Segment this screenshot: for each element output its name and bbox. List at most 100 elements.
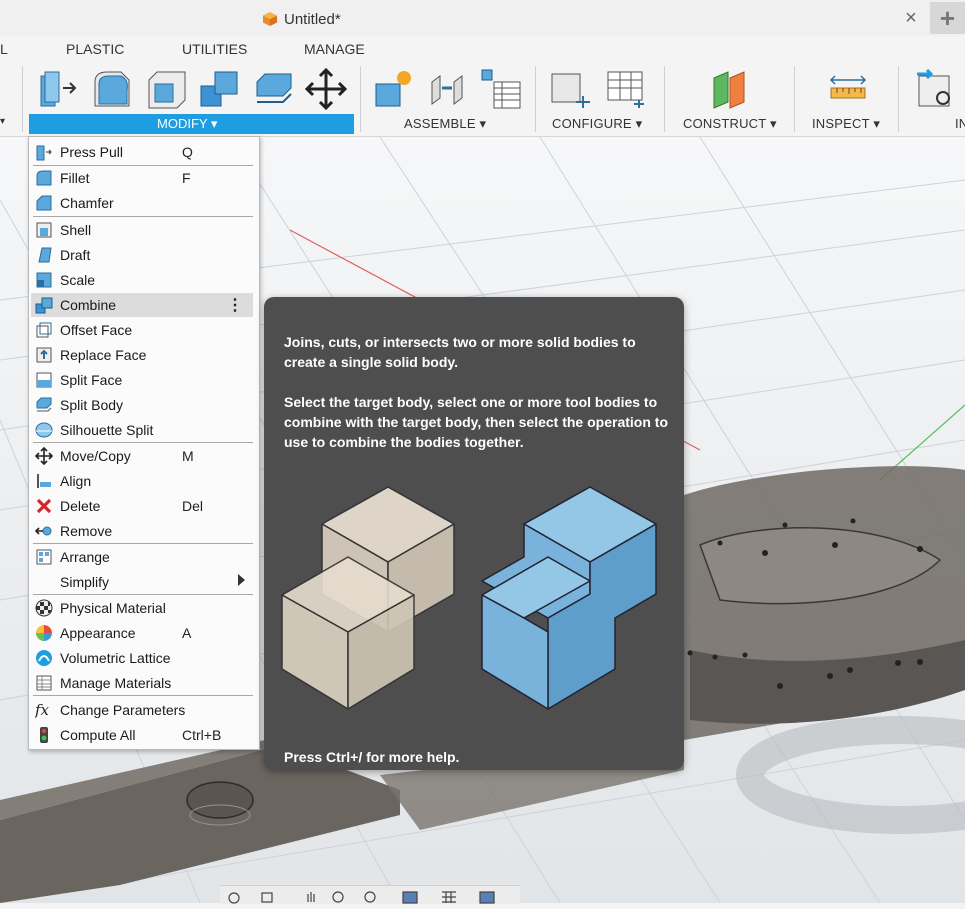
move-copy-icon bbox=[35, 447, 53, 465]
combine-tooltip: Joins, cuts, or intersects two or more s… bbox=[264, 297, 684, 770]
menu-item-silhouette-split[interactable]: Silhouette Split bbox=[31, 418, 253, 442]
toolbar-ribbon: L PLASTIC UTILITIES MANAGE ▾ MODIFY ▾ AS… bbox=[0, 36, 965, 137]
document-tab[interactable]: Untitled* bbox=[262, 6, 341, 32]
measure-icon[interactable] bbox=[827, 68, 869, 110]
menu-item-volumetric-lattice[interactable]: Volumetric Lattice bbox=[31, 646, 253, 670]
menu-item-simplify[interactable]: Simplify bbox=[31, 570, 253, 594]
title-bar: Untitled* × + bbox=[0, 0, 965, 36]
combine-illustration bbox=[281, 486, 657, 710]
modify-group-label: MODIFY ▾ bbox=[157, 116, 218, 131]
fillet-icon bbox=[36, 170, 52, 186]
move-tool-icon[interactable] bbox=[305, 68, 347, 110]
zoom-icon[interactable] bbox=[332, 891, 344, 903]
insert-group-label[interactable]: IN bbox=[955, 116, 965, 131]
offset-face-tool-icon[interactable] bbox=[253, 68, 295, 110]
delete-icon bbox=[36, 498, 52, 514]
pan-icon[interactable] bbox=[307, 892, 315, 902]
tooltip-help-hint: Press Ctrl+/ for more help. bbox=[284, 749, 460, 765]
menu-item-delete[interactable]: Delete Del bbox=[31, 494, 253, 518]
display-settings-icon[interactable] bbox=[402, 891, 418, 904]
menu-item-move-copy[interactable]: Move/Copy M bbox=[31, 444, 253, 468]
menu-item-split-face[interactable]: Split Face bbox=[31, 368, 253, 392]
configure-group-label[interactable]: CONFIGURE ▾ bbox=[552, 116, 642, 132]
svg-text:fx: fx bbox=[35, 701, 50, 719]
align-icon bbox=[37, 474, 51, 488]
offset-plane-icon[interactable] bbox=[710, 68, 752, 110]
remove-icon bbox=[35, 526, 52, 536]
physical-material-icon bbox=[35, 599, 53, 617]
look-at-icon[interactable] bbox=[261, 892, 273, 903]
menu-item-manage-materials[interactable]: Manage Materials bbox=[31, 671, 253, 695]
tooltip-instructions: Select the target body, select one or mo… bbox=[284, 394, 668, 450]
menu-item-change-parameters[interactable]: fx Change Parameters bbox=[31, 698, 253, 722]
menu-separator bbox=[33, 695, 253, 696]
press-pull-icon bbox=[36, 145, 52, 161]
modify-group-button[interactable]: MODIFY ▾ bbox=[29, 114, 354, 134]
menu-item-draft[interactable]: Draft bbox=[31, 243, 253, 267]
insert-derive-icon[interactable] bbox=[915, 68, 957, 110]
separator bbox=[898, 66, 899, 132]
menu-item-compute-all[interactable]: Compute All Ctrl+B bbox=[31, 723, 253, 747]
change-parameters-icon: fx bbox=[35, 701, 50, 719]
configuration-table-icon[interactable] bbox=[604, 68, 646, 110]
menu-item-align[interactable]: Align bbox=[31, 469, 253, 493]
configure-icon[interactable] bbox=[550, 68, 592, 110]
offset-face-icon bbox=[36, 322, 52, 338]
bom-table-icon[interactable] bbox=[480, 68, 522, 110]
more-options-icon[interactable]: ⋮ bbox=[227, 295, 243, 315]
tooltip-description: Joins, cuts, or intersects two or more s… bbox=[284, 334, 636, 370]
grid-settings-icon[interactable] bbox=[442, 891, 456, 903]
menu-item-press-pull[interactable]: Press Pull Q bbox=[31, 140, 253, 164]
tab-utilities[interactable]: UTILITIES bbox=[182, 41, 247, 57]
menu-item-replace-face[interactable]: Replace Face bbox=[31, 343, 253, 367]
tab-plastic[interactable]: PLASTIC bbox=[66, 41, 124, 57]
draft-icon bbox=[38, 247, 52, 263]
menu-item-fillet[interactable]: Fillet F bbox=[31, 166, 253, 190]
menu-item-split-body[interactable]: Split Body bbox=[31, 393, 253, 417]
viewports-icon[interactable] bbox=[479, 891, 495, 904]
previous-group-arrow[interactable]: ▾ bbox=[0, 116, 5, 127]
close-tab-button[interactable]: × bbox=[901, 6, 921, 30]
separator bbox=[794, 66, 795, 132]
construct-group-label[interactable]: CONSTRUCT ▾ bbox=[683, 116, 777, 132]
menu-item-shell[interactable]: Shell bbox=[31, 218, 253, 242]
split-face-icon bbox=[36, 372, 52, 388]
combine-tool-icon[interactable] bbox=[199, 68, 241, 110]
manage-materials-icon bbox=[36, 675, 52, 691]
appearance-icon bbox=[36, 625, 52, 641]
chamfer-icon bbox=[36, 195, 52, 211]
assemble-group-label[interactable]: ASSEMBLE ▾ bbox=[404, 116, 486, 132]
menu-item-chamfer[interactable]: Chamfer bbox=[31, 191, 253, 215]
volumetric-lattice-icon bbox=[36, 650, 52, 666]
orbit-icon[interactable] bbox=[228, 892, 240, 904]
menu-item-offset-face[interactable]: Offset Face bbox=[31, 318, 253, 342]
menu-separator bbox=[33, 216, 253, 217]
scale-icon bbox=[36, 272, 52, 288]
menu-item-scale[interactable]: Scale bbox=[31, 268, 253, 292]
separator bbox=[22, 66, 23, 132]
fit-icon[interactable] bbox=[364, 891, 376, 903]
menu-item-arrange[interactable]: Arrange bbox=[31, 545, 253, 569]
joint-icon[interactable] bbox=[426, 68, 468, 110]
tab-manage[interactable]: MANAGE bbox=[304, 41, 365, 57]
compute-all-icon bbox=[40, 727, 48, 743]
new-component-icon[interactable] bbox=[372, 68, 414, 110]
submenu-arrow-icon bbox=[238, 574, 245, 586]
document-cube-icon bbox=[263, 12, 277, 26]
navigation-tools bbox=[228, 891, 495, 904]
press-pull-tool-icon[interactable] bbox=[37, 68, 79, 110]
inspect-group-label[interactable]: INSPECT ▾ bbox=[812, 116, 880, 132]
menu-item-physical-material[interactable]: Physical Material bbox=[31, 596, 253, 620]
menu-item-remove[interactable]: Remove bbox=[31, 519, 253, 543]
document-title: Untitled* bbox=[284, 10, 341, 28]
modify-dropdown-menu: Press Pull Q Fillet F Chamfer Shell Draf… bbox=[28, 136, 260, 750]
menu-item-appearance[interactable]: Appearance A bbox=[31, 621, 253, 645]
new-tab-button[interactable]: + bbox=[930, 2, 965, 34]
shell-tool-icon[interactable] bbox=[145, 68, 187, 110]
fillet-tool-icon[interactable] bbox=[91, 68, 133, 110]
menu-separator bbox=[33, 442, 253, 443]
menu-item-combine[interactable]: Combine ⋮ bbox=[31, 293, 253, 317]
tab-partial[interactable]: L bbox=[0, 41, 8, 57]
menu-separator bbox=[33, 594, 253, 595]
separator bbox=[664, 66, 665, 132]
